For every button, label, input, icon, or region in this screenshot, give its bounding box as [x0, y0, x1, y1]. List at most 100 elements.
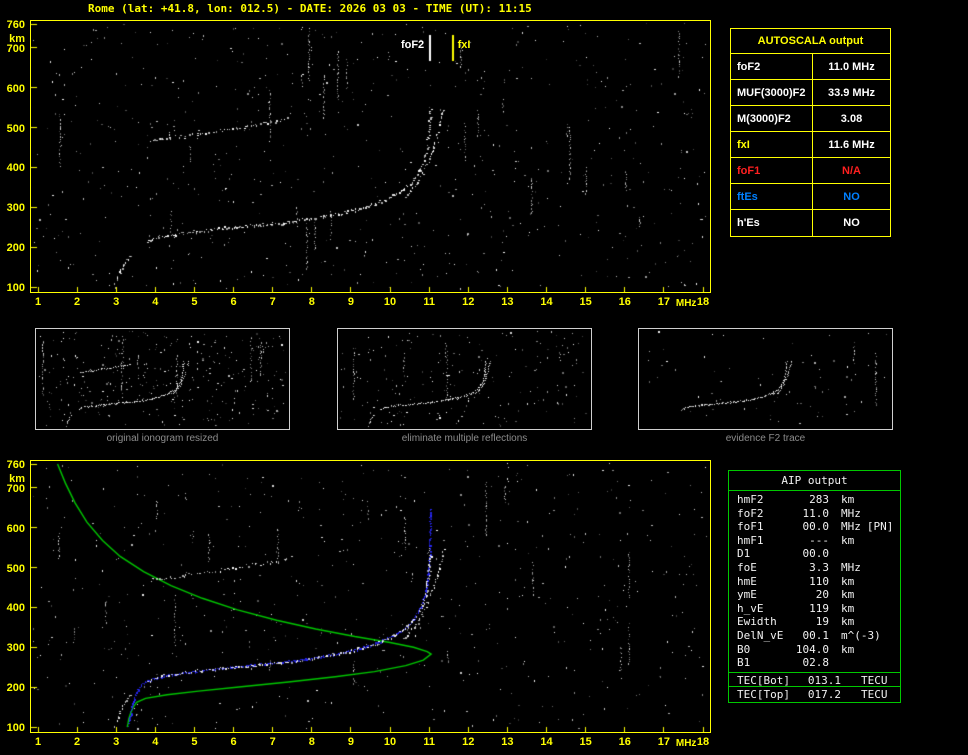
thumbnail-canvas-1 [36, 329, 289, 429]
aip-row: ymE 20 km [729, 588, 900, 602]
parameter-name: D1 [737, 547, 751, 561]
x-tick-label: 10 [383, 296, 397, 308]
aip-row: hmF1 --- km [729, 534, 900, 548]
parameter-unit: km [841, 615, 855, 629]
y-tick-label: 500 [6, 122, 25, 135]
x-tick-label: 15 [579, 296, 592, 308]
x-tick-label: 1 [34, 296, 42, 308]
x-tick-label: 12 [462, 296, 475, 308]
parameter-value: 283 [809, 493, 829, 506]
foF2-marker-label: foF2 [400, 39, 425, 51]
parameter-name: DelN_vE [737, 628, 784, 642]
parameter-unit: km [841, 588, 855, 602]
y-tick-label: 300 [6, 642, 25, 655]
x-tick-label: 16 [618, 736, 631, 748]
aip-output-table: AIP output hmF2 283 km foF2 11.0 MHz foF1 00.0 M… [728, 470, 901, 703]
parameter-value: N/A [842, 165, 861, 177]
y-tick-label: 400 [6, 162, 25, 175]
parameter-unit: km [841, 574, 855, 588]
parameter-name: TEC[Bot] [737, 673, 790, 687]
parameter-unit: TECU [861, 673, 888, 687]
x-tick-label: 13 [501, 296, 514, 308]
thumbnail-evidence-f2 [638, 328, 893, 430]
x-axis-unit-label: MHz [675, 738, 697, 749]
x-tick-label: 14 [540, 736, 553, 748]
thumbnail-original-ionogram [35, 328, 290, 430]
thumbnail-canvas-3 [639, 329, 892, 429]
aip-row: DelN_vE 00.1 m^(-3) [729, 629, 900, 643]
y-tick-label: 600 [6, 82, 25, 95]
parameter-value: 11.0 [802, 506, 830, 520]
x-tick-label: 17 [657, 736, 670, 748]
parameter-unit: km [841, 642, 855, 656]
parameter-value: 00.0 [802, 520, 830, 534]
parameter-name: h_vE [737, 601, 764, 615]
tec-top-row: TEC[Top] 017.2 TECU [729, 687, 900, 702]
aip-row: foF2 11.0 MHz [729, 507, 900, 521]
x-tick-label: 8 [308, 736, 315, 748]
autoscala-output-table: AUTOSCALA output foF2 11.0 MHz MUF(3000)… [730, 28, 891, 237]
parameter-name: MUF(3000)F2 [731, 80, 813, 105]
x-tick-label: 16 [618, 296, 631, 308]
thumbnail-eliminate-reflections [337, 328, 592, 430]
y-tick-label: 400 [6, 602, 25, 615]
x-tick-label: 15 [579, 736, 592, 748]
x-tick-label: 7 [269, 736, 276, 748]
parameter-value: 3.08 [840, 113, 863, 125]
x-tick-label: 5 [191, 296, 198, 308]
x-axis-unit-label: MHz [675, 298, 697, 309]
thumbnail-canvas-2 [338, 329, 591, 429]
x-tick-label: 3 [113, 736, 120, 748]
aip-table-title: AIP output [729, 471, 900, 491]
table-row: MUF(3000)F2 33.9 MHz [731, 80, 890, 106]
aip-row: h_vE 119 km [729, 602, 900, 616]
x-tick-label: 13 [501, 736, 514, 748]
parameter-unit: m^(-3) [841, 628, 881, 642]
table-row: ftEs NO [731, 184, 890, 210]
top-chart-x-axis: 1 2 3 4 5 6 7 8 9 10 11 12 13 14 15 16 17 18 MHz [30, 295, 730, 311]
x-tick-label: 5 [191, 736, 198, 748]
parameter-unit: MHz [841, 560, 861, 574]
parameter-unit: MHz [841, 520, 861, 534]
aip-row: Ewidth 19 km [729, 615, 900, 629]
parameter-name: B0 [737, 642, 751, 656]
table-row: M(3000)F2 3.08 [731, 106, 890, 132]
aip-row: hmF2 283 km [729, 493, 900, 507]
bottom-ionogram-canvas [31, 461, 710, 732]
parameter-value: 013.1 [807, 673, 841, 687]
y-tick-label: 500 [6, 562, 25, 575]
fxI-marker-label: fxI [457, 39, 471, 51]
parameter-name: Ewidth [737, 615, 777, 629]
y-tick-label: 200 [6, 682, 25, 695]
table-row: foF1 N/A [731, 158, 890, 184]
y-tick-label: 100 [6, 722, 25, 734]
parameter-unit: km [841, 533, 855, 547]
y-tick-label: 760 [6, 19, 25, 31]
parameter-value: 110 [809, 574, 829, 588]
x-tick-label: 4 [152, 296, 159, 308]
parameter-name: h'Es [731, 210, 813, 236]
thumbnail-caption: original ionogram resized [106, 433, 219, 444]
x-tick-label: 18 [696, 296, 710, 308]
parameter-name: ymE [737, 588, 757, 602]
parameter-name: foF2 [731, 54, 813, 79]
x-tick-label: 1 [34, 736, 42, 748]
x-tick-label: 6 [230, 736, 237, 748]
parameter-unit: km [841, 493, 855, 506]
parameter-name: hmF2 [737, 493, 764, 506]
table-row: h'Es NO [731, 210, 890, 236]
x-tick-label: 7 [269, 296, 276, 308]
tec-bottom-row: TEC[Bot] 013.1 TECU [729, 671, 900, 687]
x-tick-label: 14 [540, 296, 553, 308]
parameter-value: 017.2 [807, 687, 841, 701]
header-title: Rome (lat: +41.8, lon: 012.5) - DATE: 20… [88, 2, 532, 15]
parameter-name: B1 [737, 656, 751, 670]
x-tick-label: 11 [423, 736, 435, 748]
parameter-unit: km [841, 601, 855, 615]
parameter-value: 00.1 [802, 628, 830, 642]
parameter-name: foF2 [737, 506, 764, 520]
x-tick-label: 6 [230, 296, 237, 308]
parameter-unit: TECU [861, 687, 888, 701]
parameter-unit: MHz [841, 506, 861, 520]
parameter-value: 11.0 MHz [828, 61, 875, 73]
